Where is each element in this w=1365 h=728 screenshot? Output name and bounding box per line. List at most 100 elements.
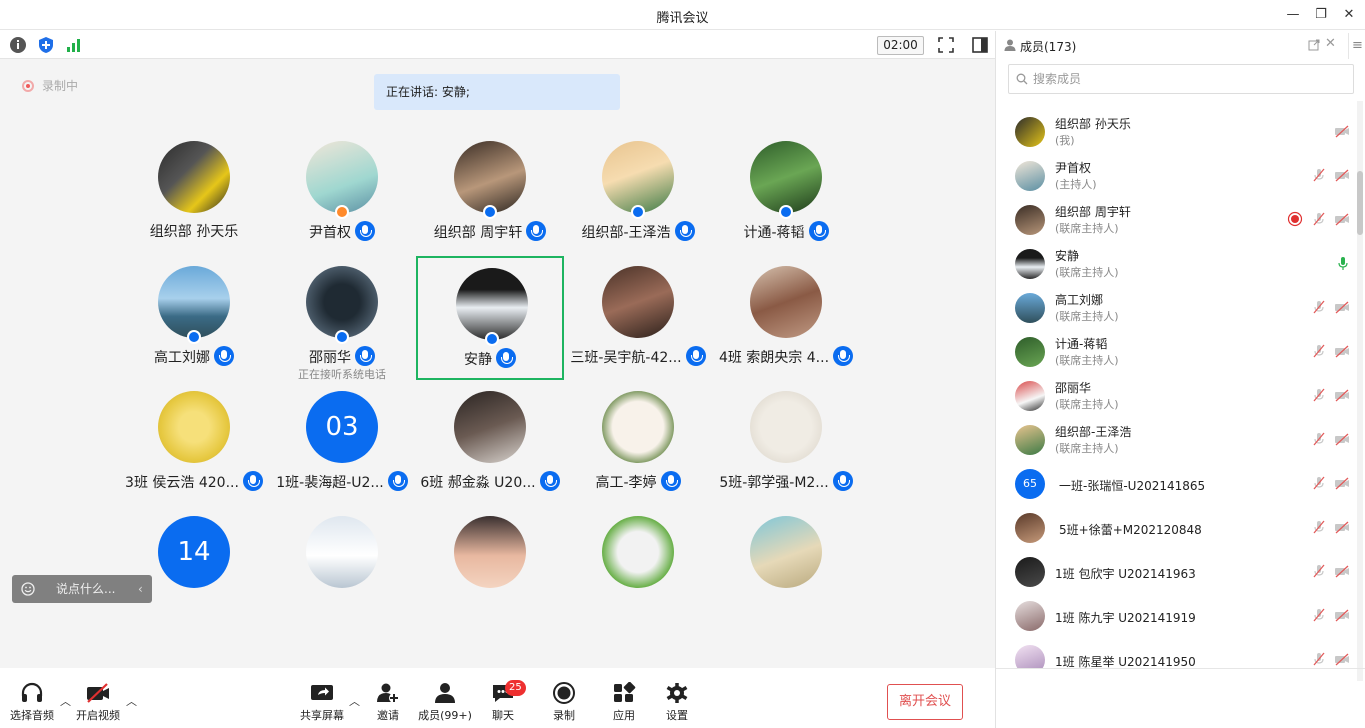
participant-tile[interactable]: 高工-李婷	[564, 381, 712, 505]
camera-off-icon[interactable]	[1334, 519, 1350, 535]
participant-avatar	[750, 516, 822, 588]
camera-off-icon[interactable]	[1334, 387, 1350, 403]
microphone-muted-icon[interactable]	[1311, 343, 1327, 359]
camera-off-icon[interactable]	[1334, 563, 1350, 579]
fullscreen-icon[interactable]	[937, 36, 955, 54]
member-list: 组织部 孙天乐 (我) 尹首权 (主持人) 组织部 周宇轩 (联席主持人) 安静 (联席主持人…	[996, 109, 1356, 669]
recording-label: 录制中	[42, 79, 79, 93]
member-row[interactable]: 65 一班-张瑞恒-U202141865	[996, 461, 1356, 505]
microphone-muted-icon[interactable]	[1311, 651, 1327, 667]
share-screen-button[interactable]: 共享屏幕	[292, 682, 352, 723]
member-row[interactable]: 组织部-王泽浩 (联席主持人)	[996, 417, 1356, 461]
participant-tile[interactable]: 三班-吴宇航-42...	[564, 256, 712, 380]
microphone-icon	[808, 221, 829, 241]
microphone-muted-icon[interactable]	[1311, 299, 1327, 315]
camera-off-icon[interactable]	[1334, 651, 1350, 667]
member-row[interactable]: 计通-蒋韬 (联席主持人)	[996, 329, 1356, 373]
members-panel: 成员(173) ✕ ≡ 搜索成员 组织部 孙天乐 (我) 尹首权 (主持人) 组织部 周…	[995, 31, 1365, 728]
member-row[interactable]: 组织部 孙天乐 (我)	[996, 109, 1356, 153]
participant-tile[interactable]: 组织部 周宇轩	[416, 131, 564, 255]
participant-name-row: 6班 郝金淼 U20...	[410, 471, 570, 492]
microphone-muted-icon[interactable]	[1311, 519, 1327, 535]
camera-off-icon[interactable]	[1334, 299, 1350, 315]
participant-tile[interactable]: 高工刘娜	[120, 256, 268, 380]
participant-name: 尹首权	[309, 225, 351, 241]
apps-button[interactable]: 应用	[594, 682, 654, 723]
popout-icon[interactable]	[1308, 39, 1320, 51]
member-row[interactable]: 邵丽华 (联席主持人)	[996, 373, 1356, 417]
leave-meeting-button[interactable]: 离开会议	[887, 684, 963, 720]
camera-off-icon[interactable]	[1334, 167, 1350, 183]
camera-off-icon[interactable]	[1334, 475, 1350, 491]
participant-name-row: 组织部 孙天乐	[120, 221, 274, 241]
microphone-muted-icon[interactable]	[1311, 607, 1327, 623]
restore-icon[interactable]: ❐	[1311, 5, 1331, 25]
layout-toggle-icon[interactable]	[971, 36, 989, 54]
member-list-scrollbar[interactable]	[1357, 101, 1363, 681]
shield-icon[interactable]	[37, 36, 55, 54]
participant-tile[interactable]	[268, 506, 416, 602]
participant-tile[interactable]: 03 1班-裴海超-U2...	[268, 381, 416, 505]
participant-tile[interactable]: 4班 索朗央宗 4...	[712, 256, 860, 380]
member-row[interactable]: 尹首权 (主持人)	[996, 153, 1356, 197]
member-row[interactable]: 1班 陈星举 U202141950	[996, 637, 1356, 669]
member-row[interactable]: 安静 (联席主持人)	[996, 241, 1356, 285]
microphone-muted-icon[interactable]	[1311, 387, 1327, 403]
record-dot-icon	[22, 80, 34, 92]
signal-icon[interactable]	[65, 36, 83, 54]
video-options-caret-icon[interactable]: ︿	[126, 693, 137, 709]
members-title: 成员(173)	[1020, 40, 1077, 54]
camera-off-icon[interactable]	[1334, 607, 1350, 623]
close-panel-icon[interactable]: ✕	[1325, 36, 1336, 51]
participant-tile[interactable]: 5班-郭学强-M2...	[712, 381, 860, 505]
participant-tile[interactable]	[564, 506, 712, 602]
member-search-input[interactable]: 搜索成员	[1008, 64, 1354, 94]
panel-menu-icon[interactable]: ≡	[1348, 33, 1365, 59]
participant-tile[interactable]: 尹首权	[268, 131, 416, 255]
participant-name: 高工-李婷	[595, 475, 657, 491]
microphone-muted-icon[interactable]	[1311, 563, 1327, 579]
host-badge-icon	[779, 205, 793, 219]
participant-tile[interactable]	[416, 506, 564, 602]
participant-tile[interactable]: 组织部 孙天乐	[120, 131, 268, 255]
minimize-icon[interactable]: —	[1283, 5, 1303, 25]
record-button[interactable]: 录制	[534, 682, 594, 723]
participant-tile[interactable]: 计通-蒋韬	[712, 131, 860, 255]
member-row[interactable]: 高工刘娜 (联席主持人)	[996, 285, 1356, 329]
participant-tile[interactable]: 安静	[416, 256, 564, 380]
camera-off-icon[interactable]	[1334, 211, 1350, 227]
member-row[interactable]: 5班+徐蕾+M202120848	[996, 505, 1356, 549]
camera-off-icon[interactable]	[1334, 123, 1350, 139]
scroll-thumb[interactable]	[1357, 171, 1363, 235]
members-button[interactable]: 成员(99+)	[415, 682, 475, 723]
member-row[interactable]: 1班 包欣宇 U202141963	[996, 549, 1356, 593]
info-icon[interactable]	[9, 36, 27, 54]
participant-name-row: 三班-吴宇航-42...	[558, 346, 718, 367]
microphone-muted-icon[interactable]	[1311, 167, 1327, 183]
member-row[interactable]: 1班 陈九宇 U202141919	[996, 593, 1356, 637]
emoji-icon[interactable]	[21, 582, 35, 596]
participant-tile[interactable]: 6班 郝金淼 U20...	[416, 381, 564, 505]
camera-off-icon[interactable]	[1334, 343, 1350, 359]
member-row[interactable]: 组织部 周宇轩 (联席主持人)	[996, 197, 1356, 241]
meeting-timer: 02:00	[877, 36, 924, 55]
participant-tile[interactable]	[712, 506, 860, 602]
video-button[interactable]: 开启视频	[68, 682, 128, 723]
participant-tile[interactable]: 3班 侯云浩 420...	[120, 381, 268, 505]
quick-chat-box[interactable]: 说点什么... ‹	[12, 575, 152, 603]
member-avatar	[1015, 161, 1045, 191]
microphone-muted-icon[interactable]	[1311, 431, 1327, 447]
settings-button[interactable]: 设置	[647, 682, 707, 723]
camera-off-icon[interactable]	[1334, 431, 1350, 447]
microphone-muted-icon[interactable]	[1311, 475, 1327, 491]
microphone-muted-icon[interactable]	[1311, 211, 1327, 227]
close-icon[interactable]: ✕	[1339, 5, 1359, 25]
participant-tile[interactable]: 组织部-王泽浩	[564, 131, 712, 255]
invite-button[interactable]: 邀请	[358, 682, 418, 723]
audio-button[interactable]: 选择音频	[2, 682, 62, 723]
microphone-icon[interactable]	[1335, 255, 1351, 271]
collapse-chevron-icon[interactable]: ‹	[138, 575, 143, 603]
chat-input[interactable]: 说点什么...	[56, 575, 115, 603]
member-name: 安静	[1055, 249, 1080, 263]
participant-tile[interactable]: 邵丽华 正在接听系统电话	[268, 256, 416, 381]
